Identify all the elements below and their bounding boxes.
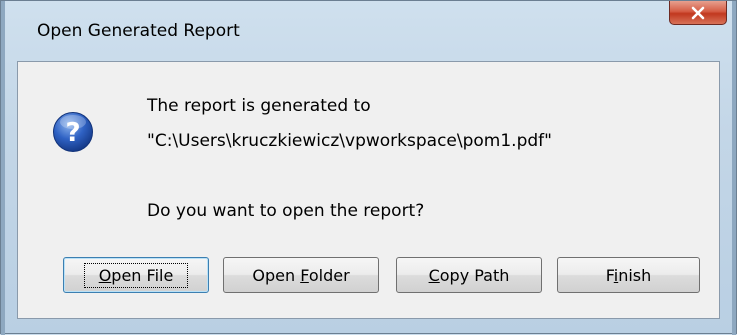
window-left-border	[1, 1, 5, 335]
message-line-1: The report is generated to	[147, 96, 371, 116]
open-file-button[interactable]: Open File	[63, 257, 209, 293]
message-report-path: "C:\Users\kruczkiewicz\vpworkspace\pom1.…	[147, 131, 552, 151]
close-button[interactable]	[669, 1, 727, 25]
question-icon: ?	[53, 112, 93, 152]
open-file-label: Open File	[83, 262, 189, 288]
window-right-border	[732, 1, 736, 335]
dialog-title: Open Generated Report	[37, 21, 240, 41]
open-folder-button[interactable]: Open Folder	[223, 257, 379, 293]
close-icon	[691, 6, 705, 19]
finish-label: Finish	[605, 265, 652, 285]
finish-button[interactable]: Finish	[557, 257, 700, 293]
open-folder-label: Open Folder	[252, 265, 350, 285]
svg-text:?: ?	[65, 118, 80, 148]
copy-path-button[interactable]: Copy Path	[396, 257, 542, 293]
dialog-window: Open Generated Report ? The report is ge…	[0, 0, 737, 335]
copy-path-label: Copy Path	[428, 265, 510, 285]
message-question: Do you want to open the report?	[147, 201, 425, 221]
